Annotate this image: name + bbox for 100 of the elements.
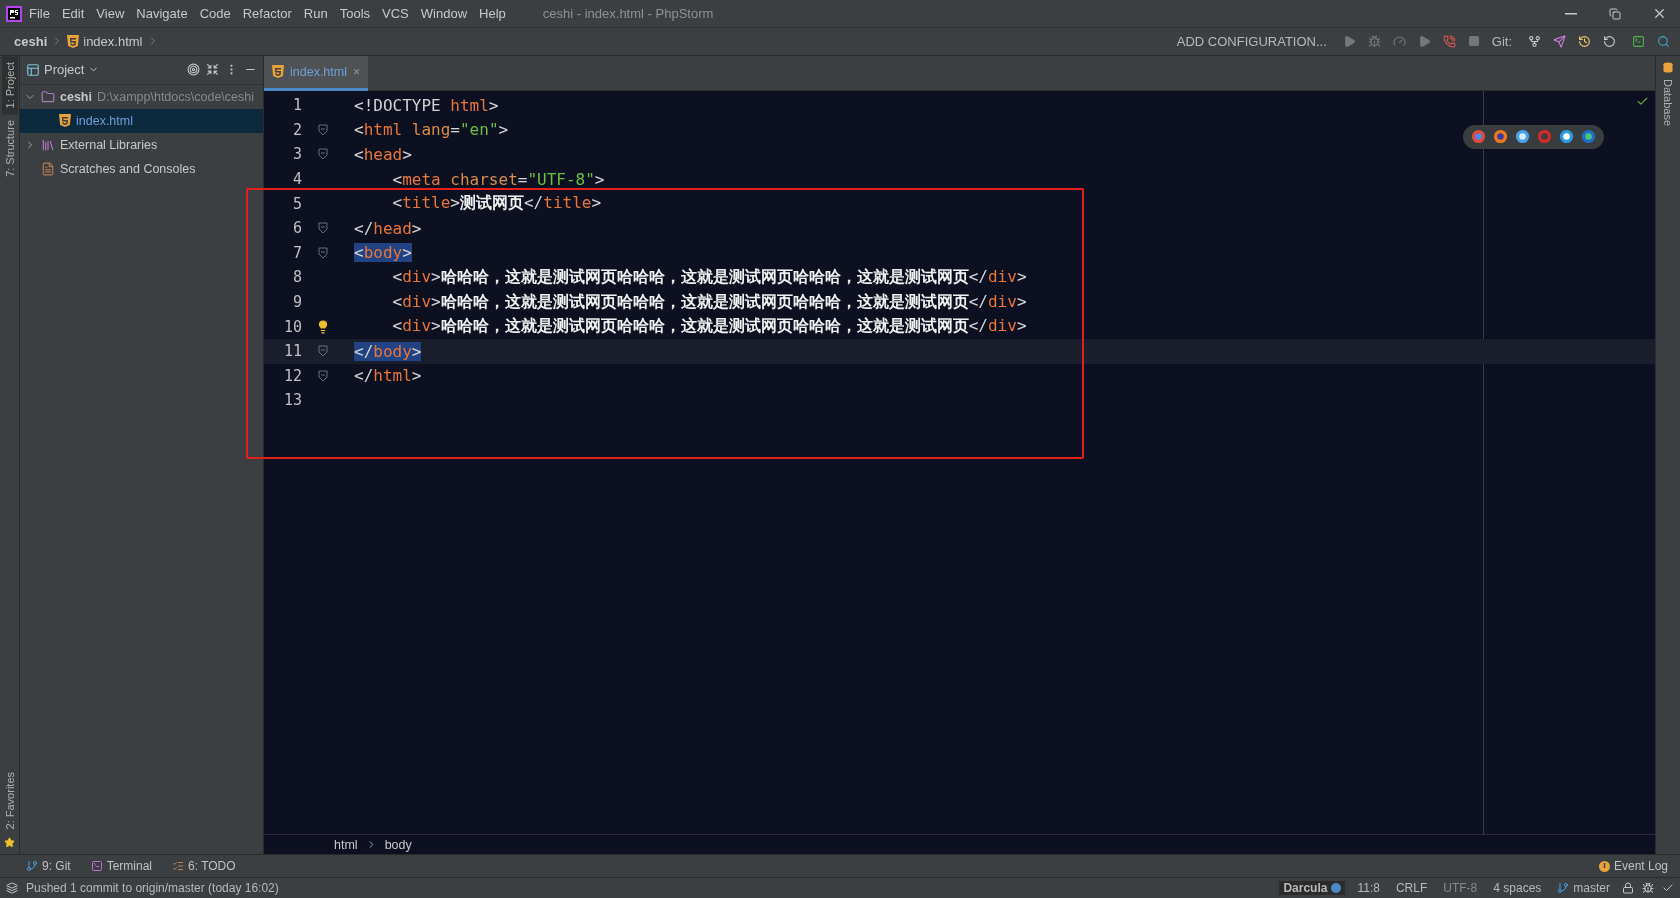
terminal-icon xyxy=(90,860,103,873)
fold-marker-icon[interactable] xyxy=(318,246,328,259)
menu-item[interactable]: Help xyxy=(474,6,511,21)
lightbulb-icon[interactable] xyxy=(316,319,330,334)
tree-item[interactable]: ceshi D:\xampp\htdocs\code\ceshi xyxy=(20,84,263,109)
terminal-icon[interactable] xyxy=(1632,35,1645,48)
search-icon[interactable] xyxy=(1657,35,1670,48)
theme-switcher[interactable]: Darcula xyxy=(1279,881,1346,895)
menu-item[interactable]: Run xyxy=(298,6,333,21)
menu-item[interactable]: Edit xyxy=(56,6,90,21)
target-icon[interactable] xyxy=(187,63,200,77)
breadcrumb-item[interactable]: body xyxy=(384,837,412,852)
event-log-button[interactable]: Event Log xyxy=(1594,859,1672,874)
nav-crumb[interactable]: index.html xyxy=(83,34,143,49)
line-number: 5 xyxy=(291,194,302,213)
folder-icon xyxy=(41,89,55,104)
line-number: 11 xyxy=(282,342,302,361)
library-icon xyxy=(41,137,55,152)
code-line: <div>哈哈哈，这就是测试网页哈哈哈，这就是测试网页哈哈哈，这就是测试网页</div> xyxy=(391,266,1027,288)
menu-item[interactable]: Window xyxy=(415,6,473,21)
tool-window-button[interactable]: 6: TODO xyxy=(168,859,240,874)
project-view-dropdown[interactable]: Project xyxy=(26,62,100,78)
lock-icon[interactable] xyxy=(1622,882,1634,894)
phone-icon[interactable] xyxy=(1442,35,1456,48)
nav-crumb[interactable]: ceshi xyxy=(14,34,48,49)
git-label: Git: xyxy=(1491,34,1512,49)
tool-window-tab[interactable]: 2: Favorites xyxy=(1,765,18,836)
run-icon[interactable] xyxy=(1342,35,1356,48)
breadcrumb-item[interactable]: html xyxy=(334,837,358,852)
scratches-icon xyxy=(41,161,55,176)
git-branch[interactable]: master xyxy=(1553,881,1614,895)
branch-icon xyxy=(1557,882,1570,894)
bug-icon[interactable] xyxy=(1367,35,1381,48)
tree-item-label: External Libraries xyxy=(60,137,158,152)
stop-icon[interactable] xyxy=(1467,35,1480,48)
menu-item[interactable]: View xyxy=(91,6,130,21)
indent-setting[interactable]: 4 spaces xyxy=(1489,881,1546,895)
menu-item[interactable]: VCS xyxy=(377,6,414,21)
menu-item[interactable]: Tools xyxy=(334,6,376,21)
fold-marker-icon[interactable] xyxy=(318,222,328,235)
send-icon[interactable] xyxy=(1553,35,1566,48)
fold-marker-icon[interactable] xyxy=(318,148,328,161)
gauge-icon[interactable] xyxy=(1392,35,1406,48)
minimize-icon xyxy=(1565,12,1577,15)
line-ending[interactable]: CRLF xyxy=(1391,881,1432,895)
line-number: 10 xyxy=(282,317,302,336)
tool-window-button[interactable]: 9: Git xyxy=(22,859,75,874)
code-line: <html lang="en"> xyxy=(354,120,509,140)
alert-icon xyxy=(1598,860,1610,872)
layers-icon[interactable] xyxy=(6,882,18,894)
collapse-icon[interactable] xyxy=(206,63,219,77)
list-icon xyxy=(172,860,185,873)
star-icon xyxy=(4,837,15,849)
line-number: 6 xyxy=(291,219,302,238)
menu-item[interactable]: Navigate xyxy=(131,6,193,21)
branch-icon[interactable] xyxy=(1528,35,1541,48)
tree-item[interactable]: Scratches and Consoles xyxy=(20,156,263,181)
line-number: 9 xyxy=(291,293,302,311)
folder-path: D:\xampp\htdocs\code\ceshi xyxy=(96,89,254,104)
tool-window-tab[interactable]: 7: Structure xyxy=(1,114,18,184)
menu-item[interactable]: File xyxy=(24,6,55,21)
fold-marker-icon[interactable] xyxy=(318,123,328,136)
menu-item[interactable]: Code xyxy=(194,6,236,21)
code-line: <div>哈哈哈，这就是测试网页哈哈哈，这就是测试网页哈哈哈，这就是测试网页</div> xyxy=(391,316,1027,338)
fold-marker-icon[interactable] xyxy=(318,345,328,358)
tool-window-tab[interactable]: 1: Project xyxy=(1,55,18,115)
tree-item-label: index.html xyxy=(76,113,133,128)
window-title: ceshi - index.html - PhpStorm xyxy=(542,6,715,21)
line-number: 1 xyxy=(291,96,302,115)
line-number: 12 xyxy=(282,366,302,385)
code-line: </head> xyxy=(354,218,422,238)
browser-icon[interactable] xyxy=(1515,129,1530,145)
browser-icon[interactable] xyxy=(1581,129,1596,145)
fold-marker-icon[interactable] xyxy=(318,369,328,382)
app-logo-icon xyxy=(6,5,22,22)
tree-item[interactable]: index.html xyxy=(20,108,263,133)
code-line: <title>测试网页</title> xyxy=(391,193,602,215)
tool-window-button[interactable]: Terminal xyxy=(86,859,157,874)
line-number: 3 xyxy=(291,145,302,164)
html-file-icon xyxy=(59,114,71,128)
check-icon[interactable] xyxy=(1662,882,1674,894)
run-configuration[interactable]: ADD CONFIGURATION... xyxy=(1176,34,1327,49)
caret-position[interactable]: 11:8 xyxy=(1353,881,1384,895)
menu-item[interactable]: Refactor xyxy=(237,6,297,21)
code-line: </html> xyxy=(354,366,422,386)
history-icon[interactable] xyxy=(1578,35,1591,48)
status-message: Pushed 1 commit to origin/master (today 16:02) xyxy=(26,881,280,895)
undo-icon[interactable] xyxy=(1603,35,1616,48)
tree-item-label: ceshi xyxy=(60,89,92,104)
inspector-icon[interactable] xyxy=(1642,882,1654,894)
line-number: 7 xyxy=(291,243,302,262)
run-icon[interactable] xyxy=(1417,35,1431,48)
tree-item-label: Scratches and Consoles xyxy=(60,161,196,176)
tool-window-tab[interactable]: Database xyxy=(1660,72,1676,133)
code-line: <!DOCTYPE html> xyxy=(354,95,499,115)
code-line: <meta charset="UTF-8"> xyxy=(391,169,605,189)
dot-icon xyxy=(1331,883,1342,893)
browser-icon[interactable] xyxy=(1559,129,1574,145)
line-number: 2 xyxy=(291,120,302,139)
tree-item[interactable]: External Libraries xyxy=(20,132,263,157)
